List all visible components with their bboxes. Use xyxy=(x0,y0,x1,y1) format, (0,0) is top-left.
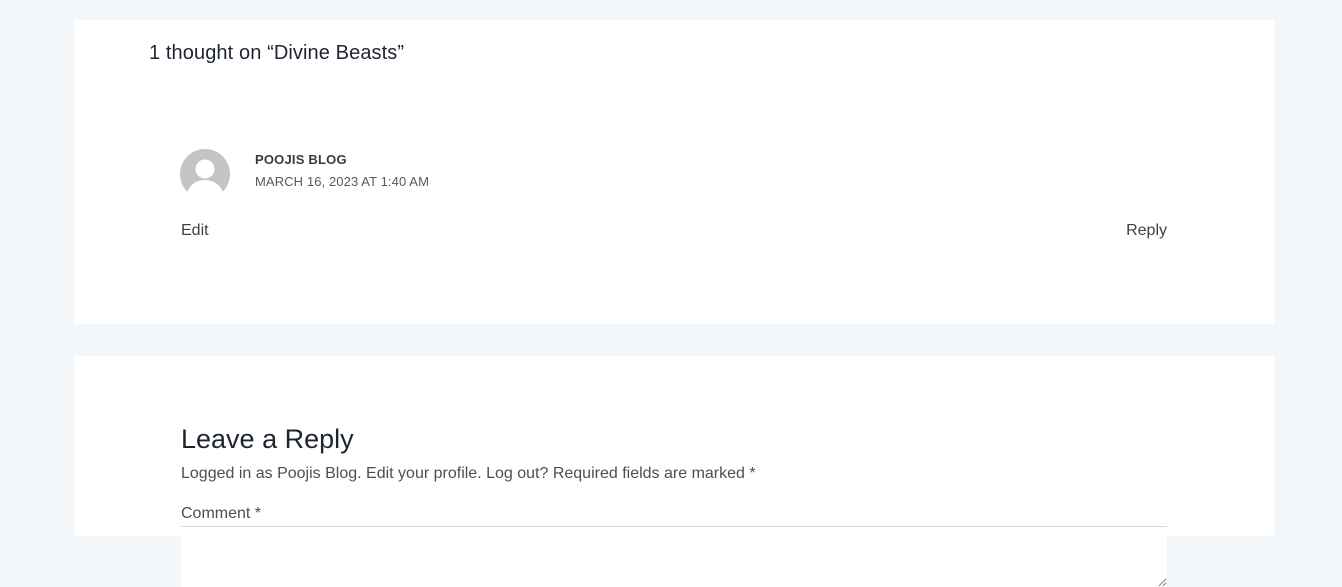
default-user-avatar-icon xyxy=(180,149,230,199)
comments-title: 1 thought on “Divine Beasts” xyxy=(149,42,405,64)
required-mark: * xyxy=(749,465,756,482)
logged-in-notice: Logged in as Poojis Blog. Edit your prof… xyxy=(181,465,756,483)
comment-date[interactable]: MARCH 16, 2023 AT 1:40 AM xyxy=(255,174,429,189)
reply-comment-link[interactable]: Reply xyxy=(1126,222,1167,240)
reply-form-section: Leave a Reply Logged in as Poojis Blog. … xyxy=(74,356,1274,587)
edit-comment-link[interactable]: Edit xyxy=(181,222,209,240)
logged-in-as-link[interactable]: Logged in as Poojis Blog. xyxy=(181,465,362,482)
comment-author-name[interactable]: POOJIS BLOG xyxy=(255,152,347,167)
log-out-link[interactable]: Log out? xyxy=(486,465,548,482)
required-fields-note: Required fields are marked xyxy=(552,465,745,482)
comments-section: 1 thought on “Divine Beasts” POOJIS BLOG… xyxy=(74,20,1274,324)
comment-label: Comment * xyxy=(181,505,262,522)
reply-form-title: Leave a Reply xyxy=(181,424,354,454)
comment-author-avatar xyxy=(180,149,230,199)
edit-profile-link[interactable]: Edit your profile. xyxy=(366,465,482,482)
comment-textarea[interactable] xyxy=(181,526,1167,587)
